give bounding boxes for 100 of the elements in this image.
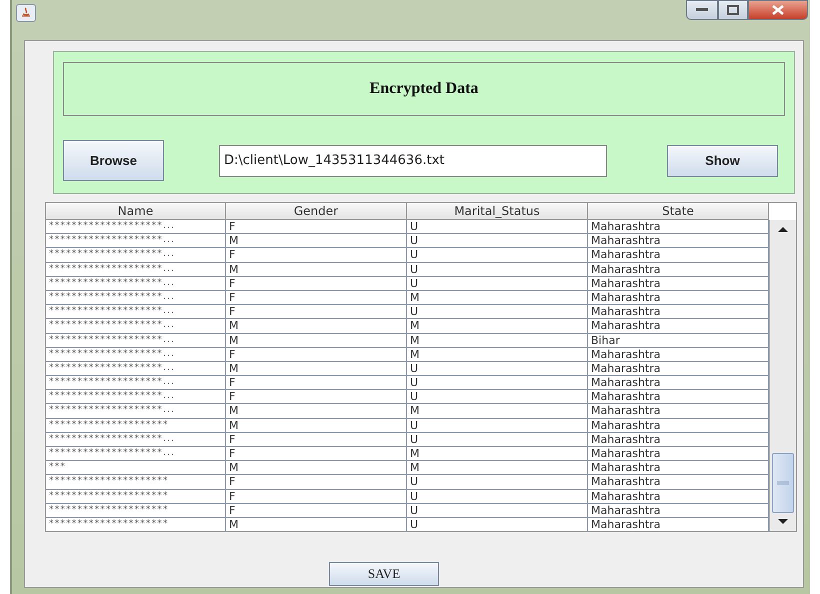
table-cell: Maharashtra [588,404,769,419]
masked-name-cell: ********************... [46,319,226,334]
scroll-thumb[interactable] [772,453,794,513]
masked-name-cell: ********************... [46,432,226,447]
masked-name-cell: ********************* [46,475,226,490]
table-cell: U [407,504,588,518]
masked-name-cell: ********************* [46,504,226,518]
table-cell: Maharashtra [588,248,769,263]
masked-name-cell: ********************* [46,418,226,433]
maximize-icon [727,5,739,15]
masked-name-cell: ********************... [46,248,226,263]
table-cell: F [226,305,407,320]
masked-name-cell: ********************... [46,447,226,462]
table-cell: M [407,319,588,334]
table-cell: Maharashtra [588,305,769,320]
table-cell: Maharashtra [588,319,769,334]
masked-name-cell: ********************... [46,220,226,234]
table-cell: M [226,319,407,334]
table-cell: F [226,248,407,263]
table-cell: U [407,432,588,447]
table-cell: F [226,376,407,390]
table-cell: F [226,290,407,306]
masked-name-cell: ********************... [46,404,226,419]
table-cell: Maharashtra [588,490,769,504]
table-cell: U [407,262,588,277]
table-cell: F [226,475,407,490]
masked-name-cell: ********************... [46,390,226,404]
table-cell: Maharashtra [588,348,769,362]
table-cell: Maharashtra [588,390,769,404]
masked-name-cell: ********************* [46,490,226,504]
masked-name-cell: ********************... [46,276,226,291]
table-cell: Maharashtra [588,475,769,490]
table-cell: F [226,490,407,504]
table-cell: Maharashtra [588,447,769,462]
minimize-button[interactable] [686,0,718,20]
table-cell: U [407,362,588,376]
table-cell: M [226,334,407,348]
table-cell: M [407,290,588,306]
table-cell: M [226,418,407,433]
scrollbar[interactable] [769,220,796,531]
table-cell: M [407,447,588,462]
table-cell: M [407,404,588,419]
save-button[interactable]: SAVE [329,562,439,586]
table-cell: Bihar [588,334,769,348]
table-cell: Maharashtra [588,220,769,234]
table-cell: U [407,305,588,320]
minimize-icon [696,8,708,12]
show-button[interactable]: Show [667,144,778,176]
table-cell: Maharashtra [588,376,769,390]
close-icon [771,5,785,15]
table-cell: F [226,432,407,447]
table-cell: U [407,418,588,433]
table-cell: M [407,461,588,476]
table-cell: Maharashtra [588,418,769,433]
masked-name-cell: ********************... [46,348,226,362]
maximize-button[interactable] [718,0,748,20]
masked-name-cell: ********************... [46,362,226,376]
table-cell: Maharashtra [588,362,769,376]
table-cell: M [407,334,588,348]
table-cell: U [407,376,588,390]
table-cell: M [226,234,407,248]
close-button[interactable] [748,0,808,20]
table-cell: Maharashtra [588,432,769,447]
masked-name-cell: ********************... [46,376,226,390]
table-cell: M [226,262,407,277]
column-header[interactable]: Name [46,203,226,220]
table-cell: Maharashtra [588,461,769,476]
app-icon [16,4,36,22]
table-cell: U [407,390,588,404]
table-cell: U [407,518,588,531]
column-header[interactable]: Gender [226,203,407,220]
table-cell: M [226,518,407,531]
column-header[interactable]: State [588,203,769,220]
table-cell: F [226,504,407,518]
table-cell: U [407,248,588,263]
masked-name-cell: ********************... [46,334,226,348]
table-cell: U [407,234,588,248]
masked-name-cell: ********************... [46,305,226,320]
browse-button[interactable]: Browse [63,140,164,181]
table-cell: F [226,348,407,362]
table-cell: M [226,461,407,476]
table-cell: Maharashtra [588,504,769,518]
table-cell: M [226,362,407,376]
masked-name-cell: ********************* [46,518,226,531]
table-cell: F [226,276,407,291]
table-cell: U [407,220,588,234]
masked-name-cell: ********************... [46,234,226,248]
table-cell: Maharashtra [588,276,769,291]
masked-name-cell: ********************... [46,290,226,306]
table-cell: F [226,390,407,404]
column-header[interactable]: Marital_Status [407,203,588,220]
table-cell: Maharashtra [588,290,769,306]
table-cell: U [407,276,588,291]
table-cell: Maharashtra [588,262,769,277]
table-cell: Maharashtra [588,234,769,248]
table-cell: F [226,447,407,462]
file-path-field[interactable]: D:\client\Low_1435311344636.txt [219,144,607,176]
table-cell: U [407,490,588,504]
table-cell: M [226,404,407,419]
masked-name-cell: ********************... [46,262,226,277]
